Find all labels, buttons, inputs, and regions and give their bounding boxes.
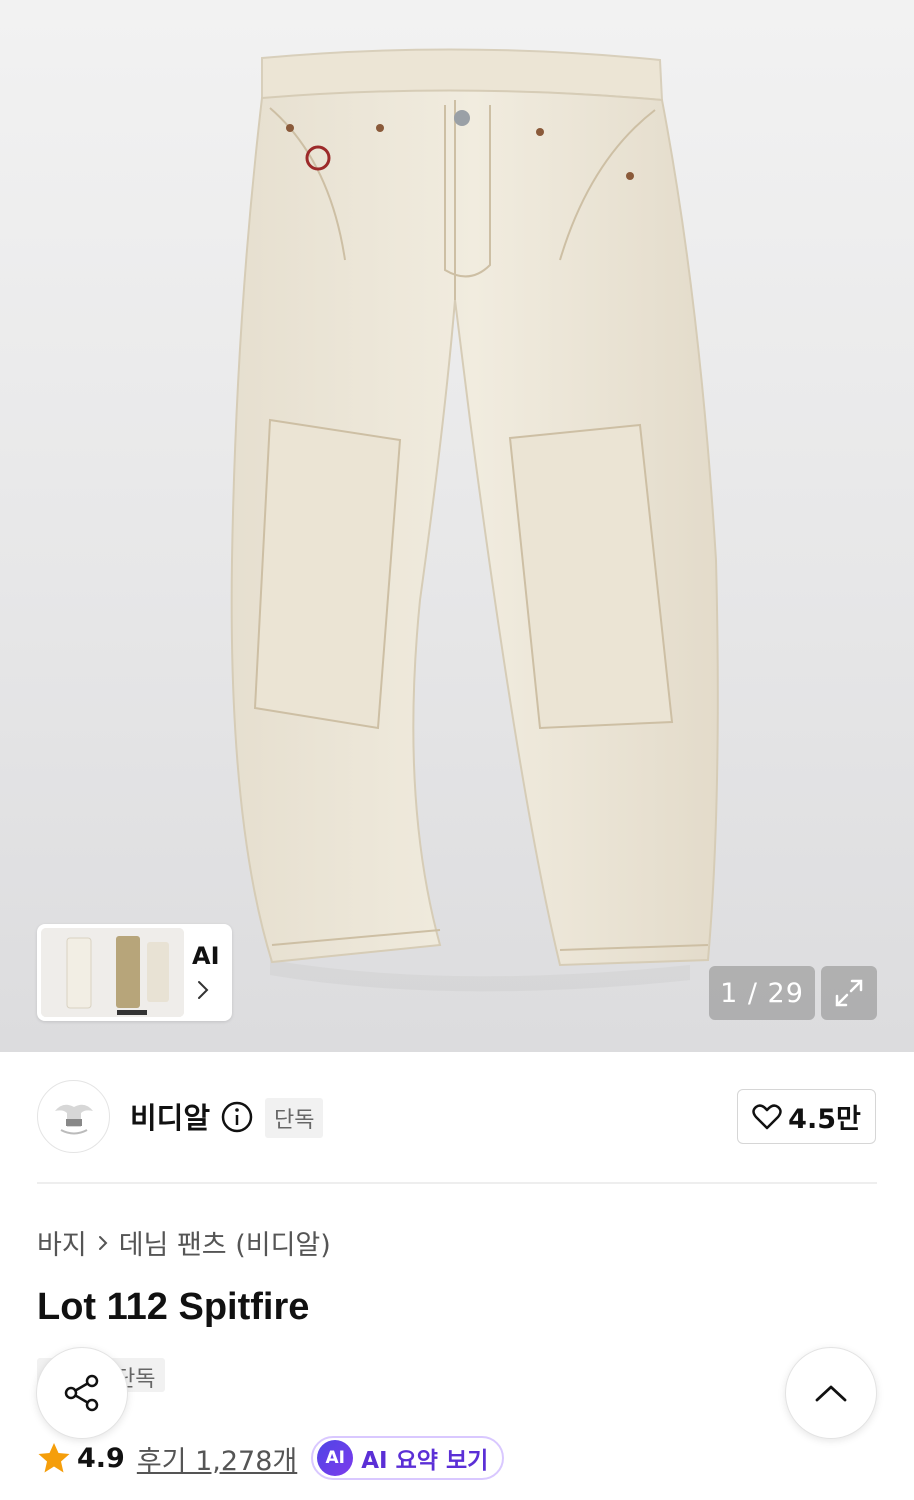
product-photo bbox=[230, 48, 719, 992]
chevron-right-icon bbox=[98, 1235, 108, 1250]
ai-summary-label: AI 요약 보기 bbox=[361, 1448, 489, 1474]
share-button[interactable] bbox=[36, 1347, 128, 1439]
chevron-right-icon bbox=[198, 981, 209, 999]
product-title: Lot 112 Spitfire bbox=[37, 1286, 310, 1328]
brand-emblem-icon bbox=[54, 1104, 93, 1134]
info-icon[interactable] bbox=[221, 1101, 253, 1133]
like-count: 4.5만 bbox=[788, 1104, 861, 1135]
like-button[interactable]: 4.5만 bbox=[737, 1089, 876, 1144]
expand-button[interactable] bbox=[821, 966, 877, 1020]
ai-summary-button[interactable]: AI AI 요약 보기 bbox=[311, 1436, 505, 1480]
breadcrumb-subcategory[interactable]: 데님 팬츠 (비디알) bbox=[119, 1223, 331, 1262]
breadcrumb: 바지 데님 팬츠 (비디알) bbox=[37, 1223, 331, 1262]
image-counter: 1 / 29 bbox=[709, 966, 815, 1020]
rating-value: 4.9 bbox=[77, 1442, 125, 1474]
rating-row: 4.9 후기 1,278개 AI AI 요약 보기 bbox=[37, 1436, 505, 1480]
review-link[interactable]: 후기 1,278개 bbox=[137, 1439, 297, 1478]
exclusive-tag: 단독 bbox=[265, 1098, 324, 1138]
breadcrumb-category[interactable]: 바지 bbox=[37, 1223, 87, 1262]
chevron-up-icon bbox=[815, 1385, 847, 1402]
scroll-top-button[interactable] bbox=[785, 1347, 877, 1439]
expand-icon bbox=[835, 979, 863, 1007]
thumbnail-image bbox=[41, 928, 184, 1017]
section-divider bbox=[37, 1182, 877, 1184]
ai-thumbnail-card[interactable]: AI bbox=[37, 924, 232, 1021]
brand-logo[interactable] bbox=[37, 1080, 110, 1153]
share-icon bbox=[64, 1374, 99, 1412]
ai-badge-icon: AI bbox=[317, 1440, 354, 1476]
heart-icon bbox=[752, 1103, 782, 1129]
brand-name[interactable]: 비디알 bbox=[130, 1095, 210, 1137]
product-image-gallery[interactable]: AI 1 / 29 bbox=[0, 0, 914, 1052]
star-icon bbox=[38, 1443, 70, 1473]
ai-label: AI bbox=[192, 942, 220, 970]
